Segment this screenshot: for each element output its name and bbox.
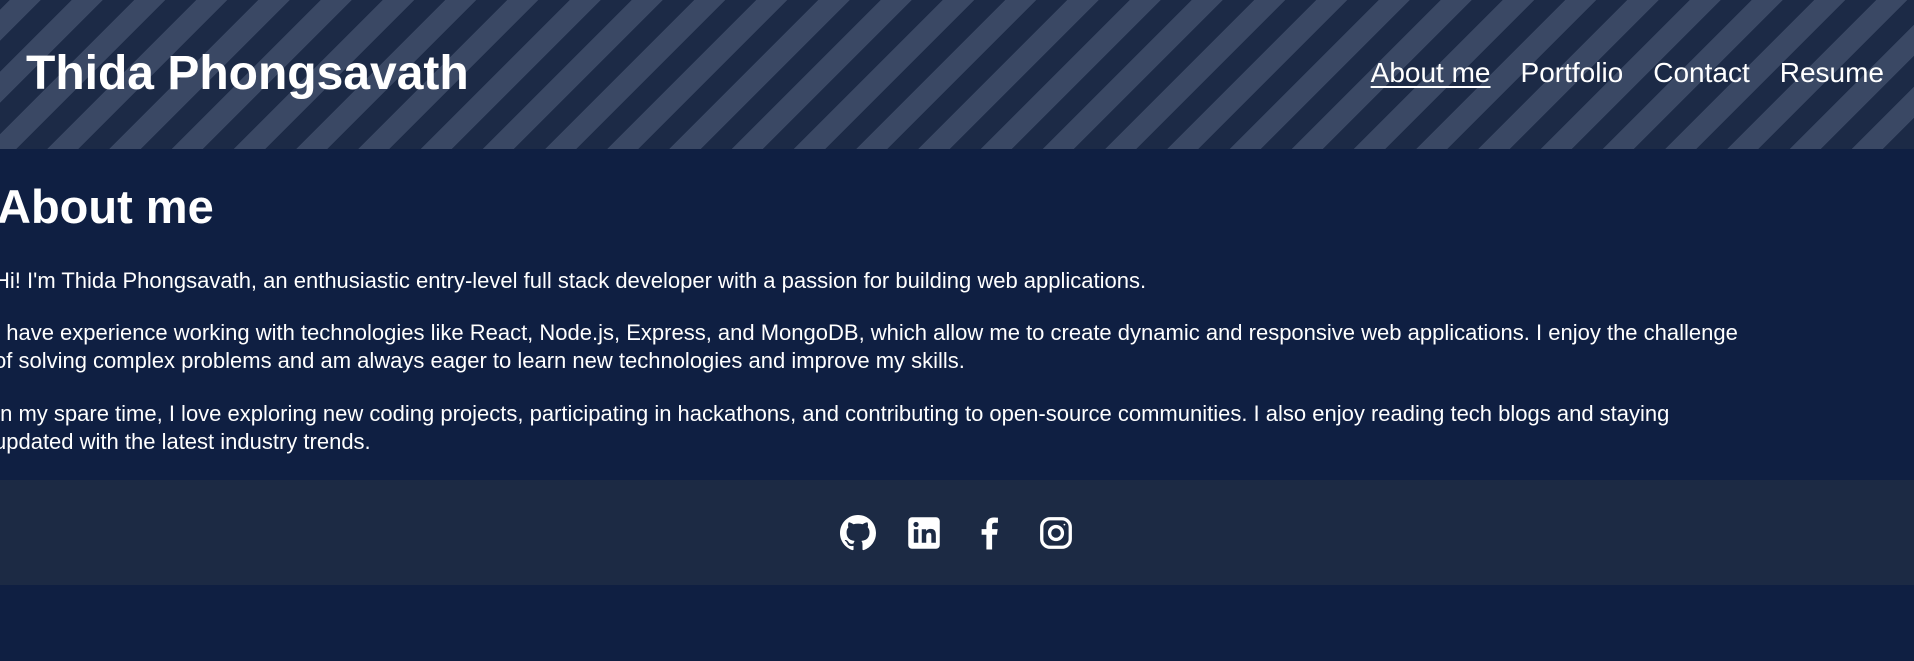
about-paragraph-experience: I have experience working with technolog… (0, 319, 1894, 375)
instagram-icon (1038, 515, 1074, 551)
social-links (840, 514, 1074, 551)
about-paragraph-line: of solving complex problems and am alway… (0, 348, 965, 373)
linkedin-link[interactable] (906, 515, 942, 551)
nav-link-portfolio[interactable]: Portfolio (1521, 56, 1624, 90)
facebook-icon (972, 515, 1008, 551)
site-footer (0, 480, 1914, 585)
linkedin-icon (906, 515, 942, 551)
nav-link-contact[interactable]: Contact (1653, 56, 1750, 90)
about-paragraph-line: I have experience working with technolog… (0, 320, 1738, 345)
about-paragraph-line: updated with the latest industry trends. (0, 429, 371, 454)
about-paragraph-hobbies: In my spare time, I love exploring new c… (0, 400, 1894, 456)
site-header: Thida Phongsavath About me Portfolio Con… (0, 0, 1914, 149)
section-title: About me (0, 180, 214, 233)
github-link[interactable] (840, 514, 876, 551)
about-section: About me Hi! I'm Thida Phongsavath, an e… (0, 149, 1914, 480)
nav-link-about-me[interactable]: About me (1371, 56, 1491, 90)
about-paragraph-intro: Hi! I'm Thida Phongsavath, an enthusiast… (0, 268, 1147, 293)
instagram-link[interactable] (1038, 515, 1074, 551)
about-paragraph-line: In my spare time, I love exploring new c… (0, 401, 1670, 426)
facebook-link[interactable] (972, 515, 1008, 551)
nav-link-resume[interactable]: Resume (1780, 56, 1884, 90)
site-title: Thida Phongsavath (26, 47, 469, 100)
main-nav: About me Portfolio Contact Resume (1341, 56, 1884, 90)
github-icon (840, 514, 876, 551)
